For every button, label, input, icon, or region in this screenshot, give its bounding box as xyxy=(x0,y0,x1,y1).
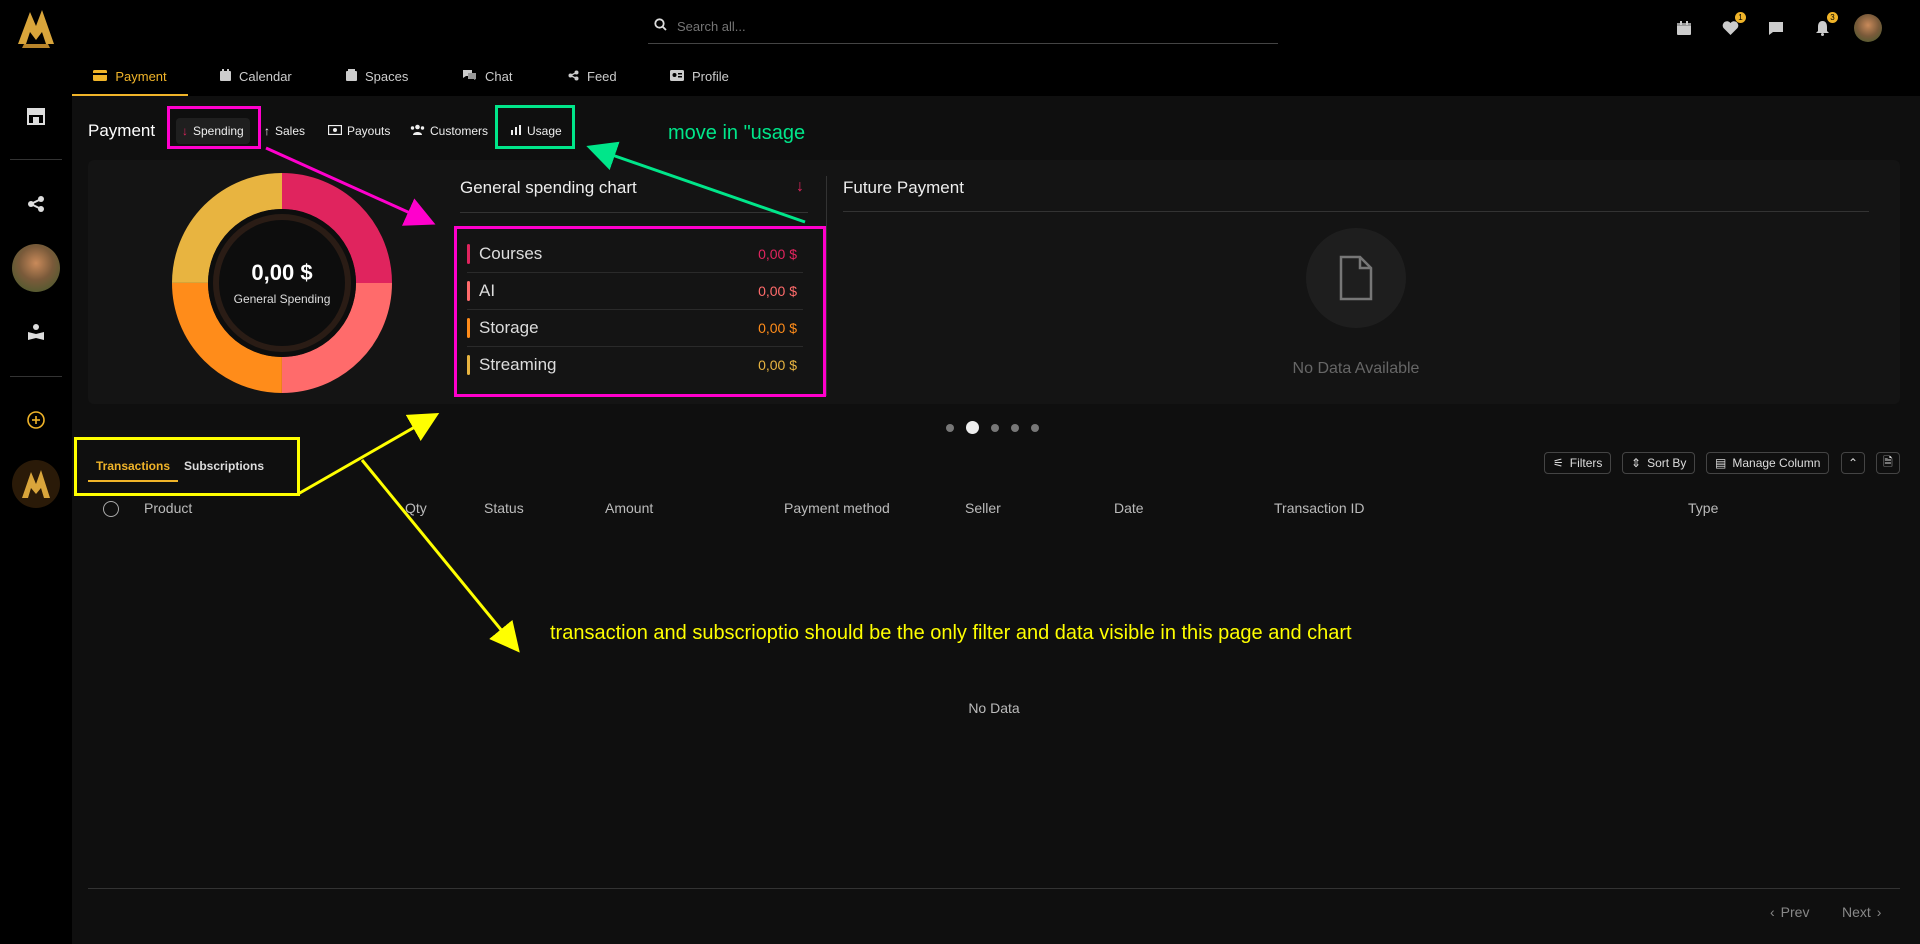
annotation-arrows xyxy=(265,141,806,653)
annotation-usage-note: move in "usage xyxy=(668,122,806,144)
magenta-arrow xyxy=(265,146,436,226)
green-arrow xyxy=(586,141,806,224)
yellow-arrow-up xyxy=(297,413,440,496)
annotation-filter-note: transaction and subscrioptio should be t… xyxy=(550,622,1352,644)
yellow-arrow-down xyxy=(360,459,520,653)
